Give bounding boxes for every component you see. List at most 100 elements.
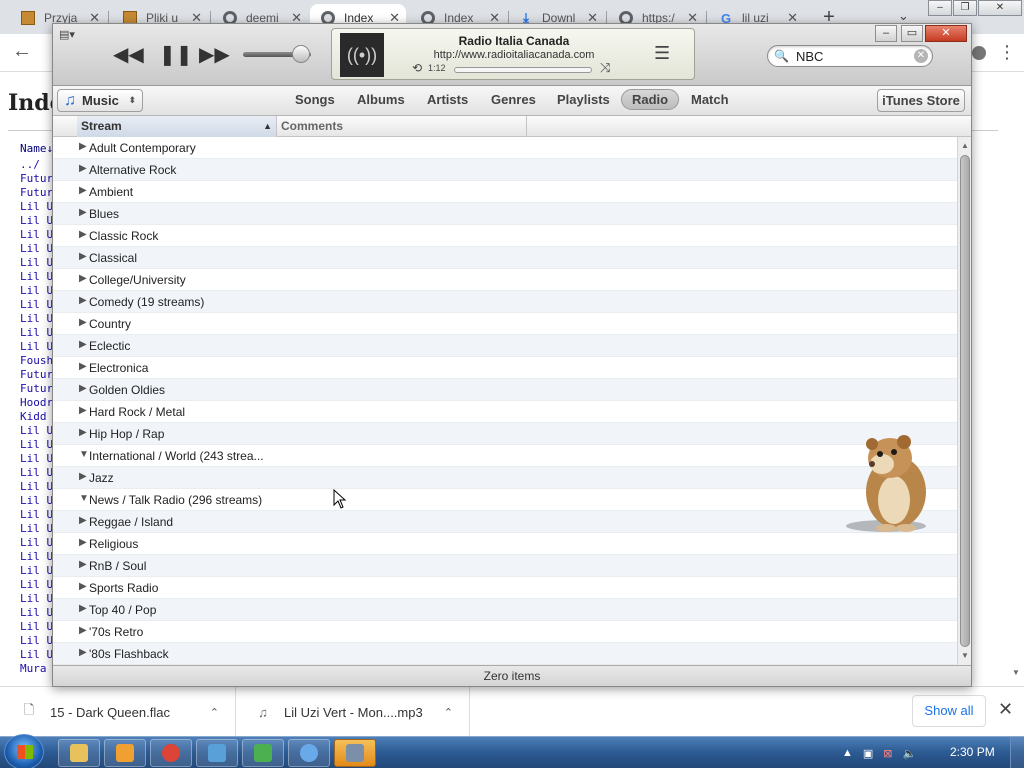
- file-link[interactable]: Lil U: [20, 312, 53, 326]
- show-all-button[interactable]: Show all: [912, 695, 986, 727]
- disclosure-collapsed-icon[interactable]: ▶: [79, 405, 87, 416]
- file-link[interactable]: Foush: [20, 354, 53, 368]
- minimize-icon[interactable]: –: [875, 25, 897, 42]
- file-link[interactable]: ../: [20, 158, 53, 172]
- taskbar-button[interactable]: [58, 739, 100, 767]
- file-link[interactable]: Lil U: [20, 550, 53, 564]
- file-link[interactable]: Lil U: [20, 298, 53, 312]
- disclosure-collapsed-icon[interactable]: ▶: [79, 185, 87, 196]
- taskbar-button[interactable]: [104, 739, 146, 767]
- tab-radio[interactable]: Radio: [621, 89, 680, 110]
- file-link[interactable]: Mura: [20, 662, 53, 676]
- file-link[interactable]: Lil U: [20, 256, 53, 270]
- genre-row[interactable]: ▶ RnB / Soul: [53, 555, 957, 577]
- show-desktop-button[interactable]: [1010, 737, 1024, 768]
- tab-genres[interactable]: Genres: [491, 92, 536, 107]
- disclosure-collapsed-icon[interactable]: ▶: [79, 273, 87, 284]
- comments-column-header[interactable]: Comments: [277, 116, 527, 137]
- genre-row[interactable]: ▶ Sports Radio: [53, 577, 957, 599]
- disclosure-collapsed-icon[interactable]: ▶: [79, 471, 87, 482]
- progress-bar[interactable]: [454, 67, 592, 73]
- scroll-down-arrow-icon[interactable]: ▼: [1012, 668, 1020, 677]
- disclosure-collapsed-icon[interactable]: ▶: [79, 339, 87, 350]
- file-link[interactable]: Lil U: [20, 284, 53, 298]
- disclosure-collapsed-icon[interactable]: ▶: [79, 383, 87, 394]
- disclosure-collapsed-icon[interactable]: ▶: [79, 207, 87, 218]
- disclosure-collapsed-icon[interactable]: ▶: [79, 361, 87, 372]
- file-link[interactable]: Futur: [20, 172, 53, 186]
- file-link[interactable]: Lil U: [20, 536, 53, 550]
- genre-row[interactable]: ▶ Top 40 / Pop: [53, 599, 957, 621]
- tab-songs[interactable]: Songs: [295, 92, 335, 107]
- genre-row[interactable]: ▶ Golden Oldies: [53, 379, 957, 401]
- tab-search-icon[interactable]: ⌄: [898, 8, 909, 24]
- genre-row[interactable]: ▶ Classic Rock: [53, 225, 957, 247]
- search-input[interactable]: NBC: [796, 49, 823, 64]
- app-menu-icon[interactable]: ▤▾: [59, 28, 75, 41]
- file-link[interactable]: Lil U: [20, 606, 53, 620]
- disclosure-collapsed-icon[interactable]: ▶: [79, 581, 87, 592]
- rewind-icon[interactable]: ◀◀: [113, 42, 144, 67]
- taskbar-button[interactable]: [242, 739, 284, 767]
- disclosure-collapsed-icon[interactable]: ▶: [79, 515, 87, 526]
- disclosure-expanded-icon[interactable]: ▼: [79, 449, 89, 460]
- disclosure-collapsed-icon[interactable]: ▶: [79, 647, 87, 658]
- close-icon[interactable]: ✕: [925, 25, 967, 42]
- taskbar-button[interactable]: [150, 739, 192, 767]
- file-link[interactable]: Lil U: [20, 494, 53, 508]
- battery-warning-icon[interactable]: ⊠: [883, 747, 892, 760]
- download-item[interactable]: ♫ Lil Uzi Vert - Mon....mp3 ⌃: [236, 687, 470, 737]
- kebab-menu-icon[interactable]: ⋮: [998, 42, 1016, 63]
- file-link[interactable]: Lil U: [20, 564, 53, 578]
- repeat-icon[interactable]: ⟲: [412, 61, 422, 75]
- tab-playlists[interactable]: Playlists: [557, 92, 610, 107]
- file-link[interactable]: Lil U: [20, 620, 53, 634]
- file-link[interactable]: Kidd: [20, 410, 53, 424]
- file-link[interactable]: Futur: [20, 186, 53, 200]
- file-link[interactable]: Futur: [20, 382, 53, 396]
- file-link[interactable]: Lil U: [20, 340, 53, 354]
- file-link[interactable]: Lil U: [20, 648, 53, 662]
- disclosure-collapsed-icon[interactable]: ▶: [79, 251, 87, 262]
- disclosure-collapsed-icon[interactable]: ▶: [79, 559, 87, 570]
- avatar[interactable]: [972, 46, 986, 60]
- file-link[interactable]: Lil U: [20, 270, 53, 284]
- name-column-header[interactable]: Name↓: [20, 142, 53, 155]
- file-link[interactable]: Lil U: [20, 466, 53, 480]
- genre-row[interactable]: ▶ Comedy (19 streams): [53, 291, 957, 313]
- genre-row[interactable]: ▶ Country: [53, 313, 957, 335]
- taskbar-button[interactable]: [288, 739, 330, 767]
- media-kind-picker[interactable]: ♫ Music ⬍: [57, 89, 143, 112]
- scroll-up-arrow-icon[interactable]: ▲: [961, 141, 969, 150]
- start-button[interactable]: [4, 734, 44, 768]
- file-link[interactable]: Lil U: [20, 522, 53, 536]
- close-icon[interactable]: ✕: [978, 0, 1022, 16]
- back-arrow-icon[interactable]: ←: [12, 40, 32, 63]
- disclosure-collapsed-icon[interactable]: ▶: [79, 141, 87, 152]
- genre-row[interactable]: ▶ Hard Rock / Metal: [53, 401, 957, 423]
- chevron-up-icon[interactable]: ⌃: [210, 706, 219, 719]
- genre-row[interactable]: ▶ Blues: [53, 203, 957, 225]
- genre-row[interactable]: ▶ Alternative Rock: [53, 159, 957, 181]
- tab-albums[interactable]: Albums: [357, 92, 405, 107]
- file-link[interactable]: Lil U: [20, 424, 53, 438]
- chevron-up-icon[interactable]: ⌃: [444, 706, 453, 719]
- file-link[interactable]: Lil U: [20, 480, 53, 494]
- shuffle-icon[interactable]: ⤨: [600, 60, 610, 76]
- file-link[interactable]: Lil U: [20, 200, 53, 214]
- volume-knob[interactable]: [291, 45, 310, 63]
- up-next-list-icon[interactable]: ☰: [654, 43, 670, 64]
- search-field[interactable]: 🔍 NBC ✕: [767, 45, 933, 67]
- pause-icon[interactable]: ❚❚: [159, 42, 193, 67]
- restore-icon[interactable]: ▭: [901, 25, 923, 42]
- volume-icon[interactable]: 🔈: [903, 747, 917, 760]
- file-link[interactable]: Lil U: [20, 326, 53, 340]
- genre-row[interactable]: ▶ College/University: [53, 269, 957, 291]
- genre-row[interactable]: ▶ Religious: [53, 533, 957, 555]
- genre-row[interactable]: ▶ Hip Hop / Rap: [53, 423, 957, 445]
- download-item[interactable]: 🗋 15 - Dark Queen.flac ⌃: [0, 687, 236, 737]
- file-link[interactable]: Lil U: [20, 508, 53, 522]
- genre-row[interactable]: ▼ International / World (243 strea...: [53, 445, 957, 467]
- file-link[interactable]: Lil U: [20, 578, 53, 592]
- tab-artists[interactable]: Artists: [427, 92, 468, 107]
